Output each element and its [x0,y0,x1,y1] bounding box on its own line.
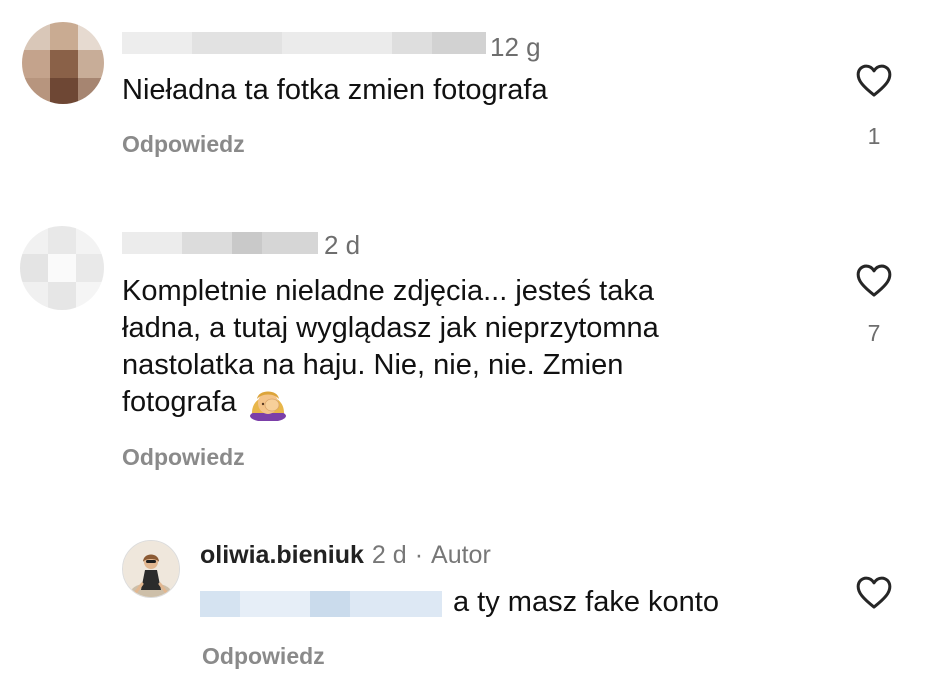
reply-header: oliwia.bieniuk 2 d · Autor [200,543,491,568]
mention-redacted[interactable] [200,591,442,617]
comment-text-line: ładna, a tutaj wyglądasz jak nieprzytomn… [122,312,659,344]
reply-button[interactable]: Odpowiedz [122,446,245,469]
like-count: 1 [867,123,881,149]
author-username[interactable]: oliwia.bieniuk [200,543,364,568]
avatar[interactable] [22,22,104,104]
separator-dot: · [414,541,424,569]
heart-icon[interactable] [855,574,893,610]
comment-text-line: fotografa [122,386,237,418]
comment-last-line: fotografa [122,384,290,421]
like-count: 7 [867,320,881,346]
timestamp: 2 d [324,230,361,260]
author-badge: Autor [431,541,491,569]
reply-button[interactable]: Odpowiedz [202,645,325,668]
username-redacted[interactable] [122,32,486,54]
heart-icon[interactable] [855,62,893,98]
comment-text-line: Kompletnie nieladne zdjęcia... jesteś ta… [122,275,654,307]
comment-text: Nieładna ta fotka zmien fotografa [122,74,548,106]
username-redacted[interactable] [122,232,318,254]
heart-icon[interactable] [855,262,893,298]
avatar[interactable] [122,540,180,598]
timestamp: 2 d [371,541,407,569]
reply-text: a ty masz fake konto [453,586,719,618]
timestamp: 12 g [490,32,541,62]
comment-text-line: nastolatka na haju. Nie, nie, nie. Zmien [122,349,624,381]
facepalm-woman-emoji [250,391,287,421]
avatar[interactable] [20,226,104,310]
reply-button[interactable]: Odpowiedz [122,133,245,156]
